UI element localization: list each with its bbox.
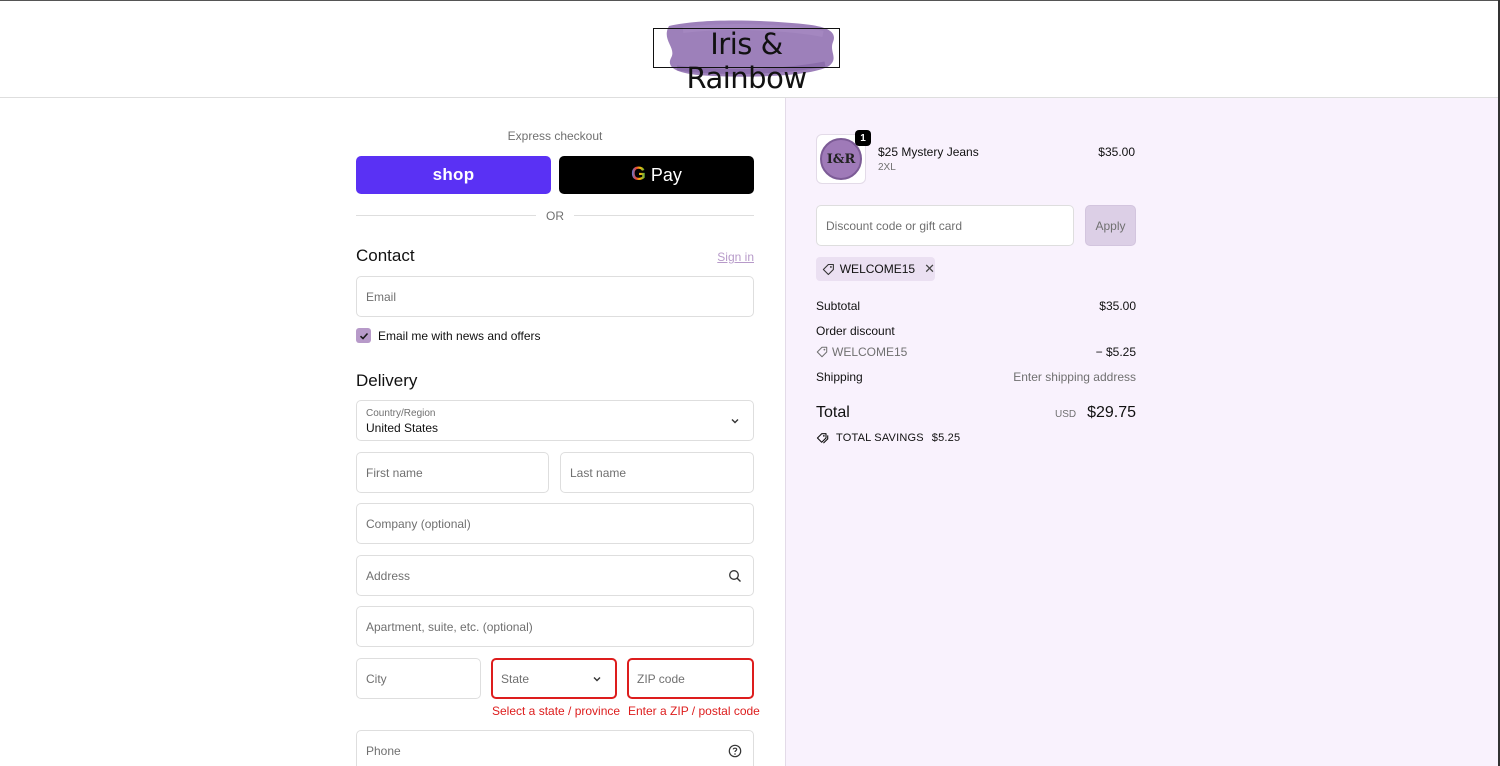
subtotal-value: $35.00 — [1099, 299, 1136, 313]
address-field[interactable]: Address — [356, 555, 754, 596]
applied-code-label: WELCOME15 — [839, 262, 916, 276]
tags-icon — [816, 433, 829, 444]
discount-amount: − $5.25 — [1095, 345, 1136, 359]
country-label: Country/Region — [366, 408, 436, 419]
shipping-value: Enter shipping address — [1013, 370, 1136, 384]
first-name-placeholder: First name — [366, 465, 423, 480]
apply-label: Apply — [1095, 218, 1126, 233]
google-g-icon: G — [631, 164, 646, 185]
country-value: United States — [366, 421, 439, 435]
city-field[interactable]: City — [356, 658, 481, 699]
total-label: Total — [816, 404, 850, 421]
google-pay-button[interactable]: G Pay — [559, 156, 754, 194]
checkmark-icon — [359, 332, 368, 340]
city-placeholder: City — [366, 671, 387, 686]
tag-icon — [822, 263, 834, 275]
discount-code-row: WELCOME15 — [816, 345, 907, 359]
contact-heading: Contact — [356, 246, 415, 265]
google-pay-label: Pay — [650, 164, 682, 185]
applied-discount-chip: WELCOME15 ✕ — [816, 257, 935, 281]
zip-placeholder: ZIP code — [637, 671, 685, 686]
total-value: $29.75 — [1087, 404, 1136, 421]
discount-code-text: WELCOME15 — [832, 345, 908, 359]
delivery-heading: Delivery — [356, 371, 418, 390]
last-name-placeholder: Last name — [570, 465, 627, 480]
state-select[interactable]: State — [491, 658, 617, 699]
divider-right — [574, 215, 754, 216]
state-placeholder: State — [501, 671, 530, 686]
help-circle-icon[interactable] — [727, 743, 743, 759]
store-logo[interactable]: Iris & Rainbow — [653, 18, 841, 95]
email-placeholder: Email — [366, 289, 397, 304]
savings-value: $5.25 — [931, 432, 961, 444]
search-icon — [727, 568, 743, 584]
discount-code-input[interactable]: Discount code or gift card — [816, 205, 1074, 246]
tag-icon — [816, 346, 828, 358]
state-error-message: Select a state / province — [492, 704, 621, 718]
last-name-field[interactable]: Last name — [560, 452, 754, 493]
currency-code: USD — [1055, 409, 1077, 420]
company-field[interactable]: Company (optional) — [356, 503, 754, 544]
email-field[interactable]: Email — [356, 276, 754, 317]
product-price: $35.00 — [1098, 145, 1135, 159]
sign-in-link[interactable]: Sign in — [700, 250, 754, 264]
shop-pay-button[interactable]: shop — [356, 156, 551, 194]
or-divider-label: OR — [546, 209, 564, 223]
shop-pay-label: shop — [432, 165, 475, 184]
shipping-label: Shipping — [816, 370, 863, 384]
zip-error-message: Enter a ZIP / postal code — [628, 704, 760, 718]
site-header: Iris & Rainbow — [0, 1, 1498, 98]
divider-left — [356, 215, 536, 216]
discount-placeholder: Discount code or gift card — [826, 218, 963, 233]
newsletter-checkbox[interactable] — [356, 328, 371, 343]
newsletter-label: Email me with news and offers — [378, 329, 541, 343]
country-select[interactable]: Country/Region United States — [356, 400, 754, 441]
phone-placeholder: Phone — [366, 743, 401, 758]
product-variant: 2XL — [878, 162, 896, 173]
express-checkout-title: Express checkout — [507, 129, 603, 143]
savings-label: TOTAL SAVINGS — [836, 432, 924, 444]
chevron-down-icon — [727, 413, 743, 429]
phone-field[interactable]: Phone — [356, 730, 754, 766]
subtotal-label: Subtotal — [816, 299, 861, 313]
zip-code-field[interactable]: ZIP code — [627, 658, 754, 699]
total-savings: TOTAL SAVINGS $5.25 — [816, 432, 960, 444]
address-placeholder: Address — [366, 568, 411, 583]
remove-discount-icon[interactable]: ✕ — [924, 261, 935, 277]
company-placeholder: Company (optional) — [366, 516, 471, 531]
logo-text: Iris & Rainbow — [686, 27, 807, 95]
apply-discount-button[interactable]: Apply — [1085, 205, 1136, 246]
chevron-down-icon — [589, 671, 605, 687]
apartment-placeholder: Apartment, suite, etc. (optional) — [366, 619, 533, 634]
order-discount-label: Order discount — [816, 324, 895, 338]
first-name-field[interactable]: First name — [356, 452, 549, 493]
apartment-field[interactable]: Apartment, suite, etc. (optional) — [356, 606, 754, 647]
quantity-badge: 1 — [855, 130, 871, 146]
product-name: $25 Mystery Jeans — [878, 145, 979, 159]
